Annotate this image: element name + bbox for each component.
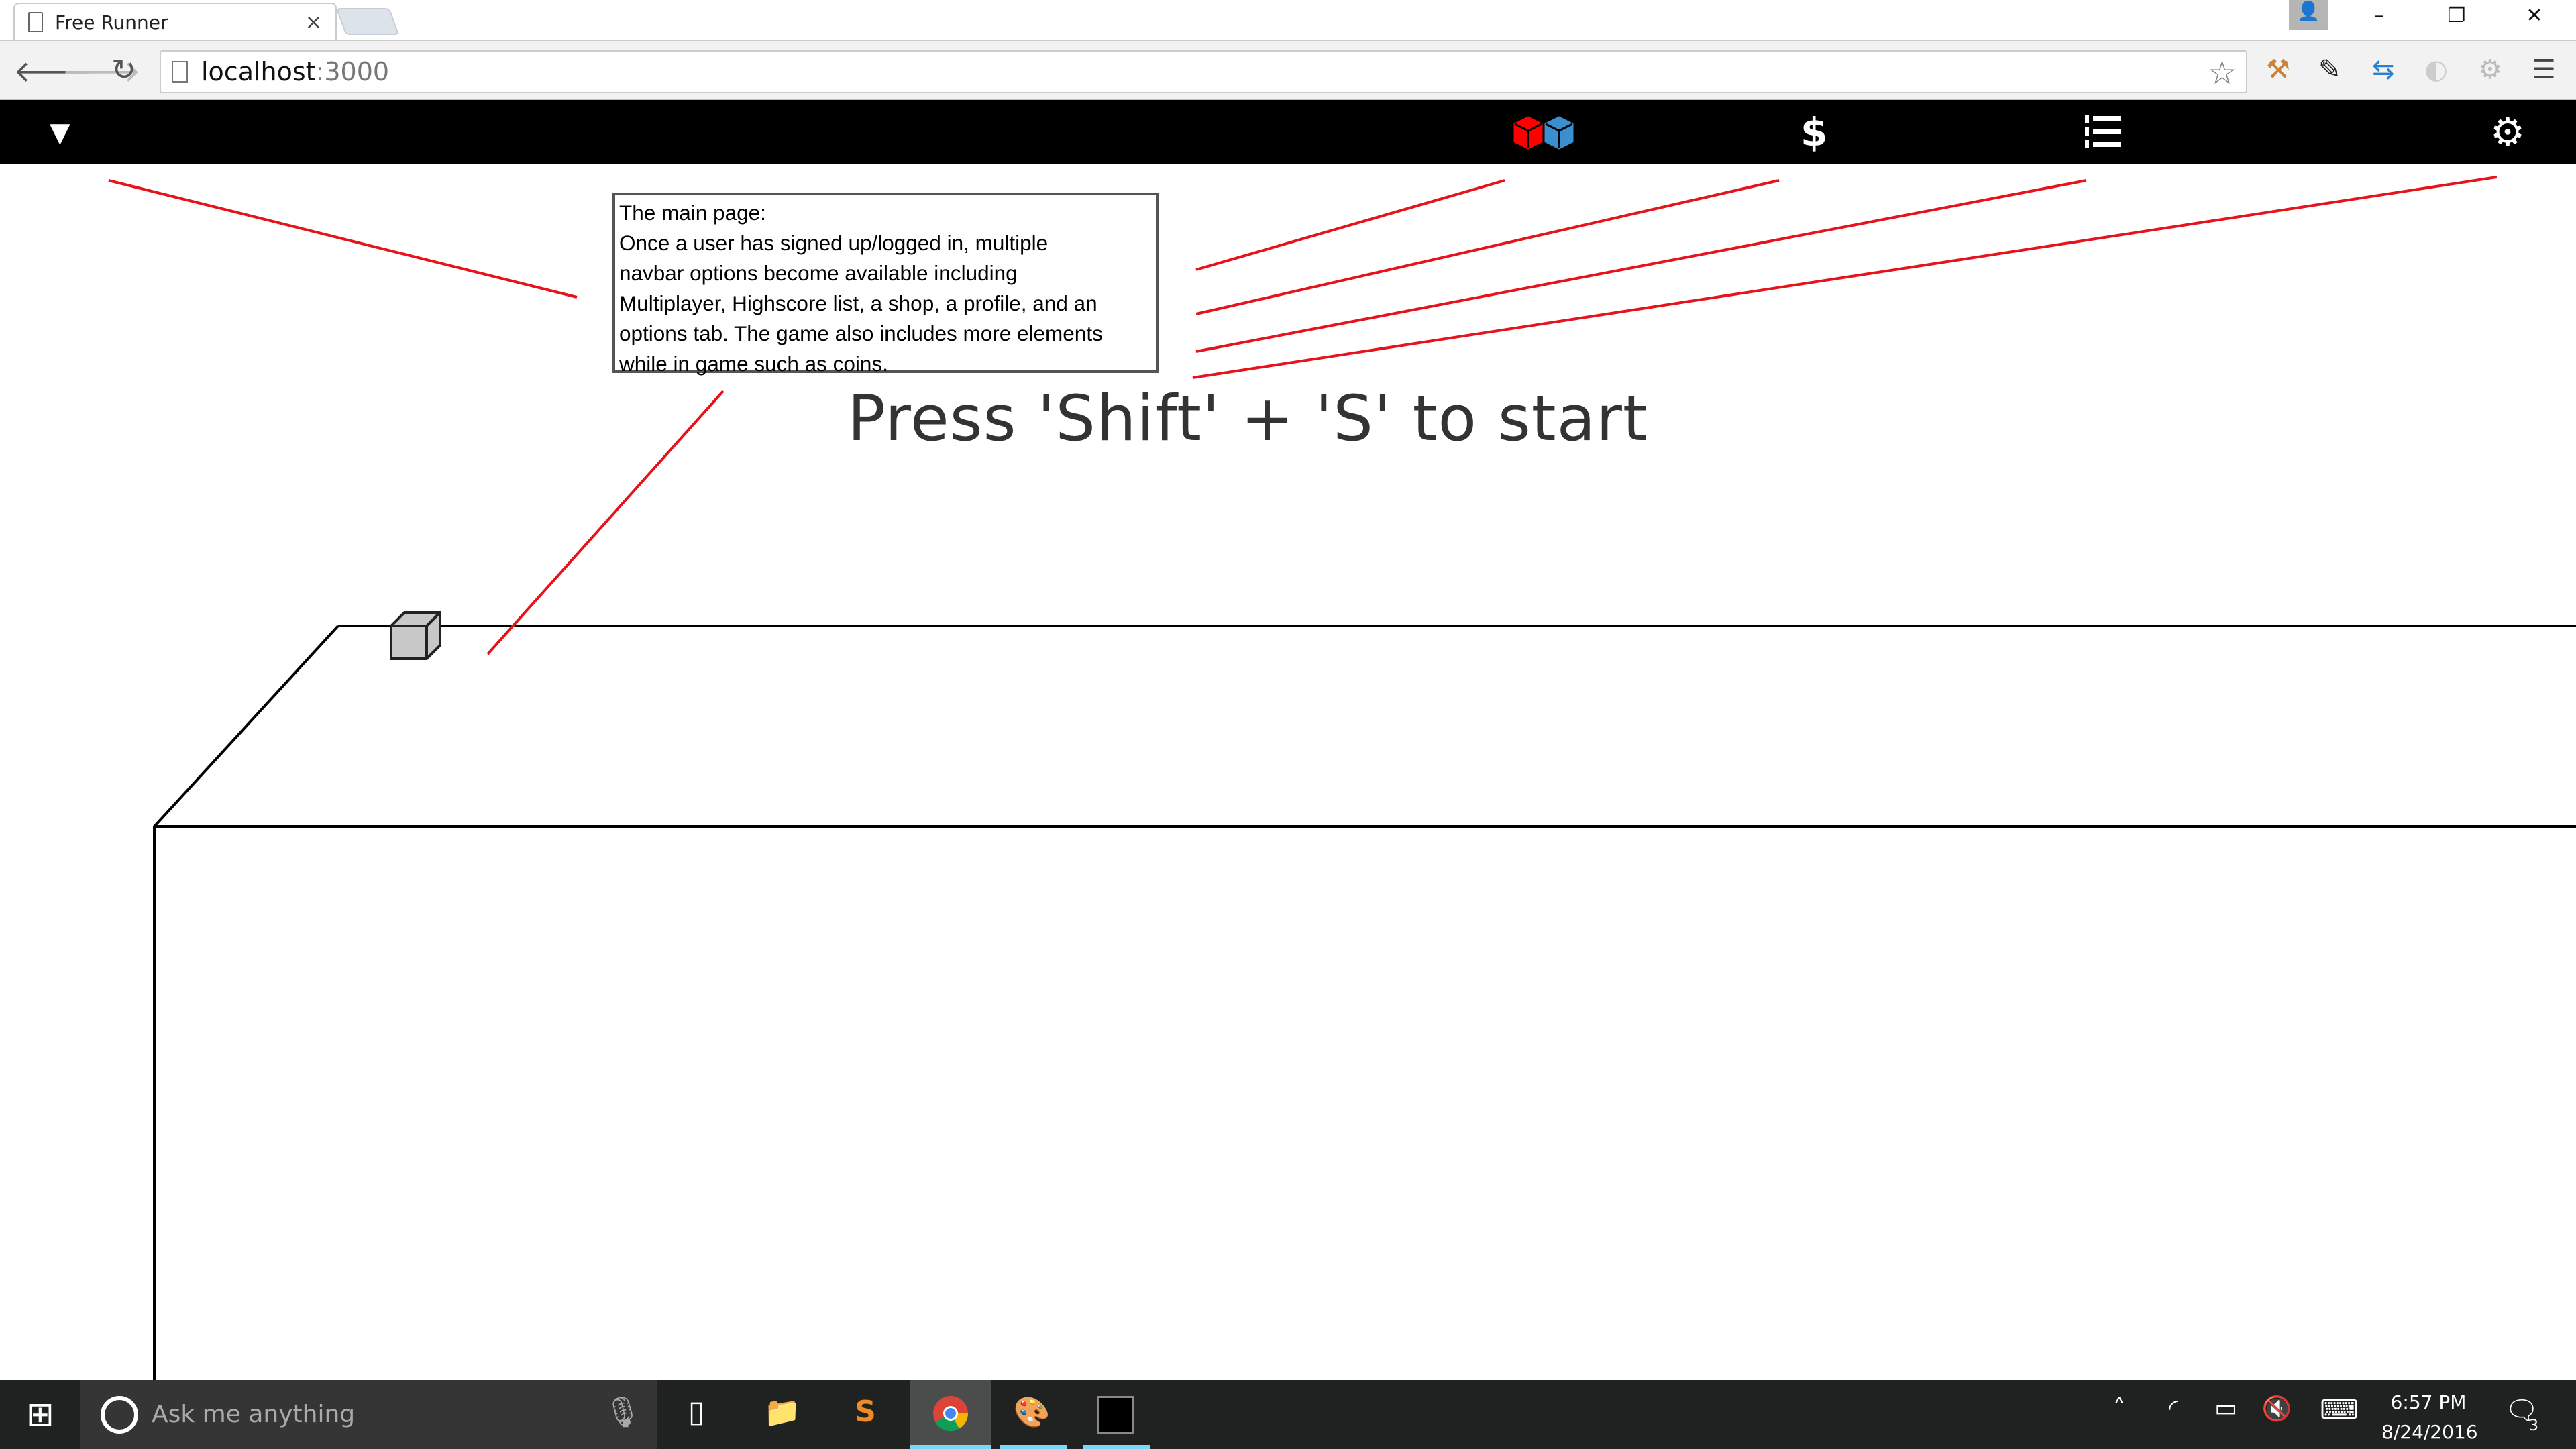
new-tab-button[interactable] bbox=[335, 8, 400, 35]
extension-gear-icon[interactable]: ⚙ bbox=[2478, 54, 2502, 85]
tab-free-runner[interactable]: Free Runner × bbox=[13, 3, 337, 40]
clock-time: 6:57 PM bbox=[2390, 1391, 2467, 1413]
tab-title: Free Runner bbox=[55, 11, 168, 34]
extension-circle-icon[interactable]: ◐ bbox=[2424, 54, 2448, 85]
browser-tab-strip: Free Runner × 👤 – ❐ ✕ bbox=[0, 0, 2576, 40]
annotation-line: while in game such as coins. bbox=[619, 352, 888, 376]
volume-muted-icon[interactable]: 🔇 bbox=[2257, 1395, 2297, 1435]
file-explorer-icon[interactable]: 📁 bbox=[762, 1395, 802, 1435]
wifi-icon[interactable]: ◜ bbox=[2153, 1395, 2194, 1435]
multiplayer-cubes-icon[interactable] bbox=[1512, 113, 1579, 154]
app-navbar: ▼ $ ⚙ bbox=[0, 100, 2576, 164]
restore-button[interactable]: ❐ bbox=[2436, 4, 2477, 28]
profile-icon[interactable]: 👤 bbox=[2289, 0, 2328, 30]
annotation-line: The main page: bbox=[619, 201, 766, 225]
menu-icon[interactable]: ☰ bbox=[2532, 54, 2556, 85]
paint-icon[interactable]: 🎨 bbox=[1012, 1395, 1052, 1435]
windows-start-icon[interactable]: ⊞ bbox=[20, 1395, 60, 1435]
game-scene bbox=[108, 176, 2576, 1380]
search-placeholder: Ask me anything bbox=[152, 1401, 356, 1428]
pointer-line bbox=[1192, 176, 2498, 379]
battery-icon[interactable]: ▭ bbox=[2206, 1395, 2246, 1435]
bookmark-star-icon[interactable]: ☆ bbox=[2208, 54, 2237, 92]
annotation-line: options tab. The game also includes more… bbox=[619, 321, 1103, 345]
start-prompt: Press 'Shift' + 'S' to start bbox=[847, 382, 1648, 455]
touch-keyboard-icon[interactable]: ⌨ bbox=[2319, 1395, 2359, 1435]
close-window-button[interactable]: ✕ bbox=[2514, 4, 2555, 28]
browser-toolbar: 🡐 🡒 ↻ localhost:3000 ☆ ⚒ ✎ ⇆ ◐ ⚙ ☰ bbox=[0, 40, 2576, 100]
cortana-icon bbox=[101, 1395, 138, 1434]
minimize-button[interactable]: – bbox=[2359, 4, 2399, 28]
microphone-icon[interactable]: 🎙 bbox=[602, 1395, 643, 1435]
tab-close-icon[interactable]: × bbox=[305, 11, 322, 34]
pointer-line bbox=[1195, 179, 2087, 353]
show-hidden-icons-chevron[interactable]: ˄ bbox=[2099, 1395, 2139, 1435]
eyedropper-extension-icon[interactable]: ✎ bbox=[2318, 54, 2341, 85]
shop-dollar-icon[interactable]: $ bbox=[1801, 109, 1827, 155]
extension-hammer-icon[interactable]: ⚒ bbox=[2266, 54, 2290, 85]
notification-count: 3 bbox=[2529, 1417, 2538, 1434]
clock[interactable]: 6:57 PM 8/24/2016 bbox=[2381, 1388, 2478, 1447]
task-view-icon[interactable]: ▯ bbox=[676, 1395, 716, 1435]
cmd-running-indicator bbox=[1083, 1445, 1150, 1449]
annotation-line: Once a user has signed up/logged in, mul… bbox=[619, 231, 1049, 255]
page-icon bbox=[28, 12, 43, 32]
annotation-line: Multiplayer, Highscore list, a shop, a p… bbox=[619, 291, 1097, 315]
platform-side-edge bbox=[153, 625, 339, 828]
page-icon bbox=[172, 61, 188, 83]
cortana-search[interactable]: Ask me anything bbox=[80, 1380, 657, 1449]
pointer-line bbox=[108, 179, 578, 299]
address-bar[interactable]: localhost:3000 ☆ bbox=[160, 50, 2247, 93]
paint-running-indicator bbox=[1000, 1445, 1067, 1449]
command-prompt-icon[interactable] bbox=[1097, 1396, 1134, 1434]
chrome-running-indicator bbox=[910, 1445, 991, 1449]
highscore-list-icon[interactable] bbox=[2084, 112, 2123, 160]
clock-date: 8/24/2016 bbox=[2381, 1421, 2478, 1443]
player-cube bbox=[390, 611, 441, 660]
annotation-box: The main page: Once a user has signed up… bbox=[612, 193, 1159, 376]
url-host: localhost bbox=[201, 57, 316, 87]
reload-icon[interactable]: ↻ bbox=[111, 53, 136, 87]
pointer-line bbox=[1195, 179, 1505, 271]
sync-arrows-icon[interactable]: ⇆ bbox=[2372, 54, 2395, 85]
caret-down-icon[interactable]: ▼ bbox=[50, 117, 70, 148]
pointer-line bbox=[1195, 179, 1780, 315]
sublime-text-icon[interactable]: S bbox=[845, 1395, 885, 1435]
chrome-icon[interactable] bbox=[930, 1395, 971, 1435]
windows-taskbar: ⊞ Ask me anything 🎙 ▯ 📁 S 🎨 ˄ ◜ ▭ 🔇 ⌨ 6:… bbox=[0, 1380, 2576, 1449]
annotation-line: navbar options become available includin… bbox=[619, 261, 1018, 285]
url-port: :3000 bbox=[315, 57, 390, 87]
gear-icon[interactable]: ⚙ bbox=[2490, 109, 2525, 155]
